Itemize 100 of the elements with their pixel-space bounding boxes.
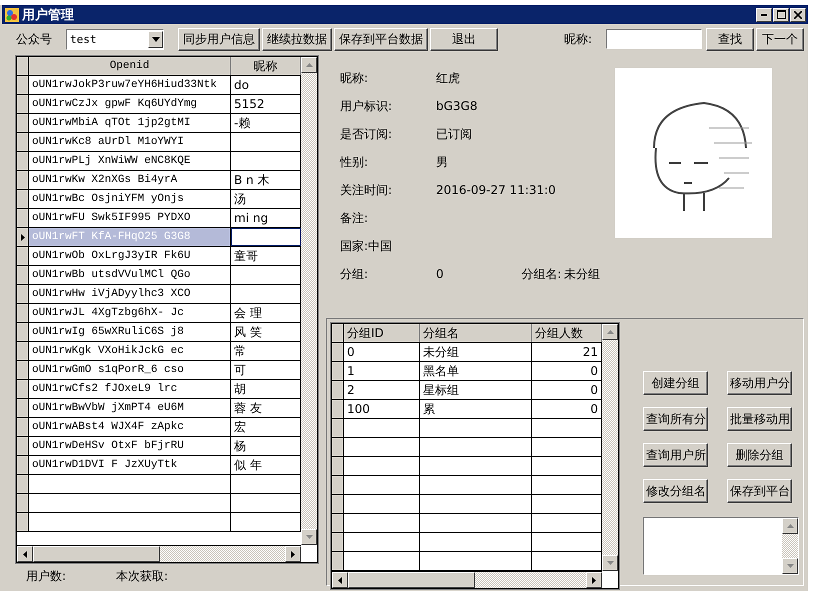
table-cell: oUN1rwFT KfA-FHqO25 G3G8 [29,228,231,246]
field-value: 红虎 [436,70,460,86]
vertical-scrollbar[interactable] [602,324,618,571]
maximize-icon [776,10,786,19]
scroll-left-button[interactable] [17,546,33,562]
scroll-left-button[interactable] [332,572,348,588]
maximize-button[interactable] [773,8,789,22]
table-cell: oUN1rwJL 4XgTzbg6hX- Jc [29,304,231,322]
table-cell: oUN1rwBwVbW jXmPT4 eU6M [29,399,231,417]
account-dropdown[interactable]: test [66,28,164,50]
scroll-up-button[interactable] [782,518,798,534]
scrollbar-thumb[interactable] [348,572,475,588]
toolbar-button[interactable]: 保存到平台数据 [334,28,428,50]
table-cell: oUN1rwKc8 aUrDl M1oYWYI [29,133,231,151]
table-cell: 黑名单 [420,362,532,380]
table-cell: 100 [344,400,420,418]
column-header[interactable]: 分组ID [344,324,420,342]
left-arrow-icon [338,576,342,584]
table-row[interactable]: oUN1rwDeHSv OtxF bFjrRU 杨 [17,437,301,456]
table-cell: oUN1rwCfs2 fJOxeL9 lrc [29,380,231,398]
table-row[interactable]: oUN1rwBb utsdVVulMCl QGo [17,266,301,285]
table-row[interactable]: oUN1rwIg 65wXRuliC6S j8 风 笑 [17,323,301,342]
horizontal-scrollbar[interactable] [332,571,602,588]
scrollbar-thumb[interactable] [33,546,160,562]
field-label: 昵称: [340,70,370,86]
vertical-scrollbar[interactable] [301,57,317,545]
horizontal-scrollbar[interactable] [17,545,301,562]
table-cell: oUN1rwD1DVI F JzXUyTtk [29,456,231,474]
group-action-button[interactable]: 删除分组 [727,443,792,467]
toolbar-button[interactable]: 同步用户信息 [178,28,260,50]
toolbar-button[interactable]: 继续拉数据 [262,28,332,50]
table-cell: oUN1rwPLj XnWiWW eNC8KQE [29,152,231,170]
right-arrow-icon [592,576,596,584]
table-row[interactable]: oUN1rwABst4 WJX4F zApkc 宏 [17,418,301,437]
table-cell: 2 [344,381,420,399]
group-action-button[interactable]: 批量移动用 [727,407,792,431]
table-row[interactable]: oUN1rwPLj XnWiWW eNC8KQE [17,152,301,171]
nickname-search-field[interactable] [606,29,702,49]
table-row[interactable]: oUN1rwKw X2nXGs Bi4yrA B n 木 [17,171,301,190]
column-header[interactable]: 分组人数 [532,324,602,342]
window-title: 用户管理 [22,6,74,24]
group-action-button[interactable]: 查询用户所 [643,443,708,467]
table-cell: oUN1rwOb OxLrgJ3yIR Fk6U [29,247,231,265]
table-cell: oUN1rwIg 65wXRuliC6S j8 [29,323,231,341]
scroll-up-button[interactable] [301,57,317,73]
table-row[interactable]: oUN1rwOb OxLrgJ3yIR Fk6U 童哥 [17,247,301,266]
down-arrow-icon [606,561,614,565]
group-action-button[interactable]: 保存到平台 [727,479,792,503]
field-value: 未分组 [564,266,600,282]
up-arrow-icon [786,524,794,528]
log-text-area[interactable] [643,517,799,575]
caret-icon [152,36,160,42]
dropdown-button[interactable] [148,30,163,48]
table-row[interactable]: oUN1rwKc8 aUrDl M1oYWYI [17,133,301,152]
group-action-button[interactable]: 创建分组 [643,371,708,395]
table-row[interactable]: oUN1rwD1DVI F JzXUyTtk 似 年 [17,456,301,475]
table-row[interactable]: oUN1rwJokP3ruw7eYH6Hiud33Ntk do [17,76,301,95]
row-pointer-icon [20,234,24,240]
field-value: 已订阅 [436,126,472,142]
table-row[interactable]: oUN1rwJL 4XgTzbg6hX- Jc 会 理 [17,304,301,323]
field-label: 国家:中国 [340,238,394,254]
table-cell: oUN1rwBc OsjniYFM yOnjs [29,190,231,208]
up-arrow-icon [306,63,312,67]
table-row[interactable]: oUN1rwGmO s1qPorR_6 cso 可 [17,361,301,380]
scroll-down-button[interactable] [301,529,317,545]
table-cell: 未分组 [420,343,532,361]
app-icon [4,6,20,22]
column-header[interactable]: 昵称 [231,57,301,75]
table-cell: 星标组 [420,381,532,399]
column-header[interactable]: 分组名 [420,324,532,342]
table-row[interactable]: oUN1rwCzJx gpwF Kq6UYdYmg 5152 [17,95,301,114]
down-arrow-icon [306,535,312,539]
group-action-button[interactable]: 查询所有分 [643,407,708,431]
search-button[interactable]: 查找 [706,28,754,50]
scroll-right-button[interactable] [586,572,602,588]
close-button[interactable] [790,8,806,22]
table-cell: oUN1rwBb utsdVVulMCl QGo [29,266,231,284]
table-cell: oUN1rwMbiA qTOt 1jp2gtMI [29,114,231,132]
scroll-right-button[interactable] [285,546,301,562]
table-row[interactable]: oUN1rwHw iVjADyylhc3 XCO [17,285,301,304]
field-label: 是否订阅: [340,126,394,142]
group-action-button[interactable]: 移动用户分 [727,371,792,395]
table-row[interactable]: oUN1rwKgk VXoHikJckG ec 常 [17,342,301,361]
table-row[interactable]: oUN1rwMbiA qTOt 1jp2gtMI -赖 [17,114,301,133]
table-row[interactable]: oUN1rwCfs2 fJOxeL9 lrc 胡 [17,380,301,399]
table-row[interactable]: oUN1rwBwVbW jXmPT4 eU6M 蓉 友 [17,399,301,418]
next-button[interactable]: 下一个 [756,28,804,50]
table-cell: oUN1rwABst4 WJX4F zApkc [29,418,231,436]
minimize-button[interactable] [756,8,772,22]
field-label: 用户标识: [340,98,394,114]
scroll-up-button[interactable] [602,324,618,340]
group-action-button[interactable]: 修改分组名 [643,479,708,503]
toolbar-button[interactable]: 退出 [430,28,498,50]
field-label: 分组名: [521,266,562,282]
account-label: 公众号 [16,30,52,48]
field-value: 0 [436,267,445,281]
table-row[interactable]: oUN1rwBc OsjniYFM yOnjs 汤 [17,190,301,209]
scroll-down-button[interactable] [602,555,618,571]
scroll-down-button[interactable] [782,558,798,574]
column-header[interactable]: Openid [29,57,231,75]
